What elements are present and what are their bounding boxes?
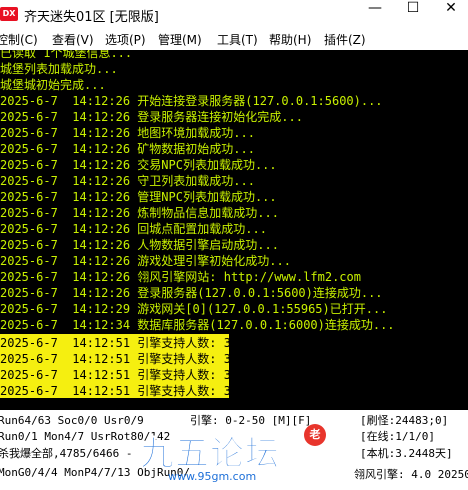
log-line: 2025-6-7 14:12:26 游戏处理引擎初始化成功... (0, 254, 291, 268)
log-line: 2025-6-7 14:12:26 地图环境加载成功... (0, 126, 255, 140)
log-line: 2025-6-7 14:12:26 人物数据引擎启动成功... (0, 238, 279, 252)
menu-help[interactable]: 帮助(H) (269, 31, 311, 48)
log-line: 2025-6-7 14:12:34 数据库服务器(127.0.0.1:6000)… (0, 318, 395, 332)
log-line-highlighted: 2025-6-7 14:12:51 引擎支持人数: 30 (0, 334, 239, 350)
menu-control[interactable]: 控制(C) (0, 31, 38, 48)
log-line: 2025-6-7 14:12:26 炼制物品信息加载成功... (0, 206, 279, 220)
status-version: 翎风引擎: 4.0 2025050 (354, 468, 468, 481)
app-icon: DX (0, 7, 18, 21)
menu-plugins[interactable]: 插件(Z) (324, 31, 366, 48)
watermark-url: www.95gm.com (168, 470, 257, 483)
status-spawn: [刷怪:24483;0] (360, 414, 449, 427)
maximize-button[interactable]: ☐ (394, 0, 432, 30)
menu-tools[interactable]: 工具(T) (217, 31, 258, 48)
log-line: 2025-6-7 14:12:26 守卫列表加载成功... (0, 174, 255, 188)
log-line: 已读取 1个城堡信息... (0, 50, 133, 60)
log-line: 2025-6-7 14:12:26 开始连接登录服务器(127.0.0.1:56… (0, 94, 383, 108)
log-line-highlighted: 2025-6-7 14:12:51 引擎支持人数: 30 (0, 382, 239, 398)
log-line: 2025-6-7 14:12:26 交易NPC列表加载成功... (0, 158, 277, 172)
status-run: Run64/63 Soc0/0 Usr0/9 (0, 414, 144, 427)
title-bar: DX 齐天迷失01区 [无限版] — ☐ ✕ (0, 0, 468, 30)
menu-bar: 控制(C) 查看(V) 选项(P) 管理(M) 工具(T) 帮助(H) 插件(Z… (0, 30, 468, 50)
log-line: 2025-6-7 14:12:26 登录服务器连接初始化完成... (0, 110, 303, 124)
log-line: 2025-6-7 14:12:26 翎风引擎网站: http://www.lfm… (0, 270, 361, 284)
menu-options[interactable]: 选项(P) (105, 31, 146, 48)
console-log[interactable]: 已读取 1个城堡信息... 城堡列表加载成功... 城堡城初始完成... 202… (0, 50, 468, 410)
log-line-highlighted: 2025-6-7 14:12:51 引擎支持人数: 30 (0, 366, 239, 382)
status-uptime: [本机:3.2448天] (360, 447, 453, 460)
log-line: 2025-6-7 14:12:29 游戏网关[0](127.0.0.1:5596… (0, 302, 388, 316)
window-title: 齐天迷失01区 [无限版] (24, 10, 159, 25)
log-line: 城堡城初始完成... (0, 78, 106, 92)
log-line: 2025-6-7 14:12:26 矿物数据初始成功... (0, 142, 255, 156)
log-line: 2025-6-7 14:12:26 回城点配置加载成功... (0, 222, 267, 236)
status-drops: 杀我爆全部,4785/6466 - (0, 447, 133, 460)
menu-manage[interactable]: 管理(M) (158, 31, 202, 48)
log-line-highlighted: 2025-6-7 14:12:51 引擎支持人数: 30 (0, 350, 239, 366)
log-line: 城堡列表加载成功... (0, 62, 118, 76)
close-button[interactable]: ✕ (432, 0, 468, 30)
watermark-logo: 九五论坛 (140, 434, 280, 475)
minimize-button[interactable]: — (356, 0, 394, 30)
status-online: [在线:1/1/0] (360, 430, 435, 443)
log-line: 2025-6-7 14:12:26 管理NPC列表加载成功... (0, 190, 277, 204)
log-line: 2025-6-7 14:12:26 登录服务器(127.0.0.1:5600)连… (0, 286, 383, 300)
menu-view[interactable]: 查看(V) (52, 31, 94, 48)
watermark-seal: 老 (304, 424, 326, 446)
